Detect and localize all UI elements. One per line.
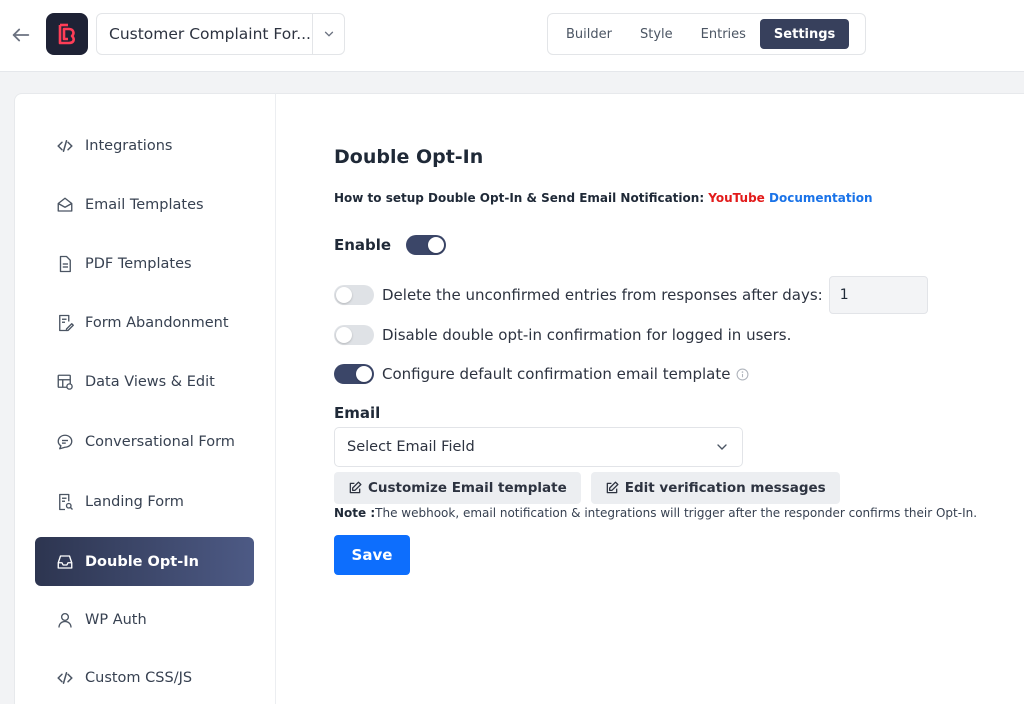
chat-bubble-icon: [55, 432, 75, 452]
configure-template-toggle[interactable]: [334, 364, 374, 384]
documentation-link[interactable]: Documentation: [769, 191, 873, 205]
enable-toggle[interactable]: [406, 235, 447, 255]
toggle-knob: [336, 287, 352, 303]
sidebar-item-email-templates[interactable]: Email Templates: [35, 180, 254, 229]
form-name: Customer Complaint For...: [109, 25, 311, 43]
envelope-open-icon: [55, 195, 75, 215]
back-button[interactable]: [8, 22, 34, 48]
settings-panel: Double Opt-In How to setup Double Opt-In…: [275, 93, 1024, 704]
sidebar-item-data-views[interactable]: Data Views & Edit: [35, 357, 254, 406]
note-body: The webhook, email notification & integr…: [375, 506, 978, 520]
disable-logged-in-label: Disable double opt-in confirmation for l…: [382, 326, 792, 344]
edit-verification-messages-button[interactable]: Edit verification messages: [590, 472, 840, 504]
tab-builder[interactable]: Builder: [552, 19, 626, 49]
customize-button-label: Customize Email template: [368, 480, 567, 496]
user-icon: [55, 610, 75, 630]
bit-form-logo-icon: [58, 23, 75, 45]
main-tabs: Builder Style Entries Settings: [547, 13, 866, 55]
enable-label: Enable: [334, 236, 392, 254]
form-selector-caret[interactable]: [312, 14, 344, 54]
configure-template-label: Configure default confirmation email tem…: [382, 365, 731, 383]
sidebar-item-label: Integrations: [85, 137, 173, 154]
delete-unconfirmed-row: Delete the unconfirmed entries from resp…: [334, 276, 928, 314]
info-icon[interactable]: [736, 368, 749, 381]
howto-text: How to setup Double Opt-In & Send Email …: [334, 191, 873, 205]
sidebar-item-integrations[interactable]: Integrations: [35, 121, 254, 170]
top-bar: Customer Complaint For... Builder Style …: [0, 0, 1024, 72]
configure-template-row: Configure default confirmation email tem…: [334, 364, 749, 384]
edit-icon: [605, 481, 619, 495]
sidebar-item-custom-css-js[interactable]: Custom CSS/JS: [35, 653, 254, 702]
note-prefix: Note :: [334, 506, 376, 520]
app-logo: [46, 13, 88, 55]
sidebar-item-label: Double Opt-In: [85, 553, 199, 570]
sidebar-item-form-abandonment[interactable]: Form Abandonment: [35, 298, 254, 347]
delete-unconfirmed-label: Delete the unconfirmed entries from resp…: [382, 286, 823, 304]
toggle-knob: [428, 237, 445, 253]
enable-row: Enable: [334, 235, 447, 255]
settings-sidebar: Integrations Email Templates PDF Templat…: [14, 93, 275, 704]
template-buttons: Customize Email template Edit verificati…: [334, 472, 850, 504]
sidebar-item-label: Custom CSS/JS: [85, 669, 193, 686]
document-icon: [55, 254, 75, 274]
sidebar-item-label: Email Templates: [85, 196, 204, 213]
customize-email-template-button[interactable]: Customize Email template: [334, 472, 581, 504]
days-input[interactable]: [828, 276, 928, 314]
edit-icon: [348, 481, 362, 495]
toggle-knob: [336, 327, 352, 343]
delete-unconfirmed-toggle[interactable]: [334, 285, 374, 305]
toggle-knob: [356, 366, 372, 382]
sidebar-item-label: Conversational Form: [85, 433, 235, 450]
chevron-down-icon: [324, 31, 333, 37]
sidebar-item-label: Landing Form: [85, 493, 184, 510]
sidebar-item-pdf-templates[interactable]: PDF Templates: [35, 239, 254, 288]
sidebar-item-label: WP Auth: [85, 611, 147, 628]
sidebar-item-label: Data Views & Edit: [85, 373, 215, 390]
disable-logged-in-row: Disable double opt-in confirmation for l…: [334, 325, 791, 345]
arrow-left-icon: [12, 28, 30, 42]
tab-settings[interactable]: Settings: [759, 19, 850, 49]
sidebar-item-wp-auth[interactable]: WP Auth: [35, 595, 254, 644]
sidebar-item-label: Form Abandonment: [85, 314, 229, 331]
sidebar-item-label: PDF Templates: [85, 255, 192, 272]
youtube-link[interactable]: YouTube: [708, 191, 765, 205]
email-label: Email: [334, 404, 381, 422]
edit-messages-button-label: Edit verification messages: [624, 480, 826, 496]
page-title: Double Opt-In: [334, 146, 484, 168]
sidebar-item-double-opt-in[interactable]: Double Opt-In: [35, 537, 254, 586]
chevron-down-icon: [717, 444, 727, 450]
disable-logged-in-toggle[interactable]: [334, 325, 374, 345]
code-icon: [55, 136, 75, 156]
email-select-value: Select Email Field: [347, 439, 475, 455]
form-selector[interactable]: Customer Complaint For...: [96, 13, 345, 55]
tab-entries[interactable]: Entries: [687, 19, 760, 49]
document-edit-icon: [55, 313, 75, 333]
table-settings-icon: [55, 372, 75, 392]
code-icon: [55, 668, 75, 688]
document-search-icon: [55, 492, 75, 512]
inbox-icon: [55, 552, 75, 572]
save-button[interactable]: Save: [334, 535, 410, 575]
howto-label: How to setup Double Opt-In & Send Email …: [334, 191, 709, 205]
tab-style[interactable]: Style: [626, 19, 687, 49]
note-text: Note :The webhook, email notification & …: [334, 506, 977, 520]
sidebar-item-landing-form[interactable]: Landing Form: [35, 477, 254, 526]
sidebar-item-conversational-form[interactable]: Conversational Form: [35, 417, 254, 466]
email-field-select[interactable]: Select Email Field: [334, 427, 743, 467]
